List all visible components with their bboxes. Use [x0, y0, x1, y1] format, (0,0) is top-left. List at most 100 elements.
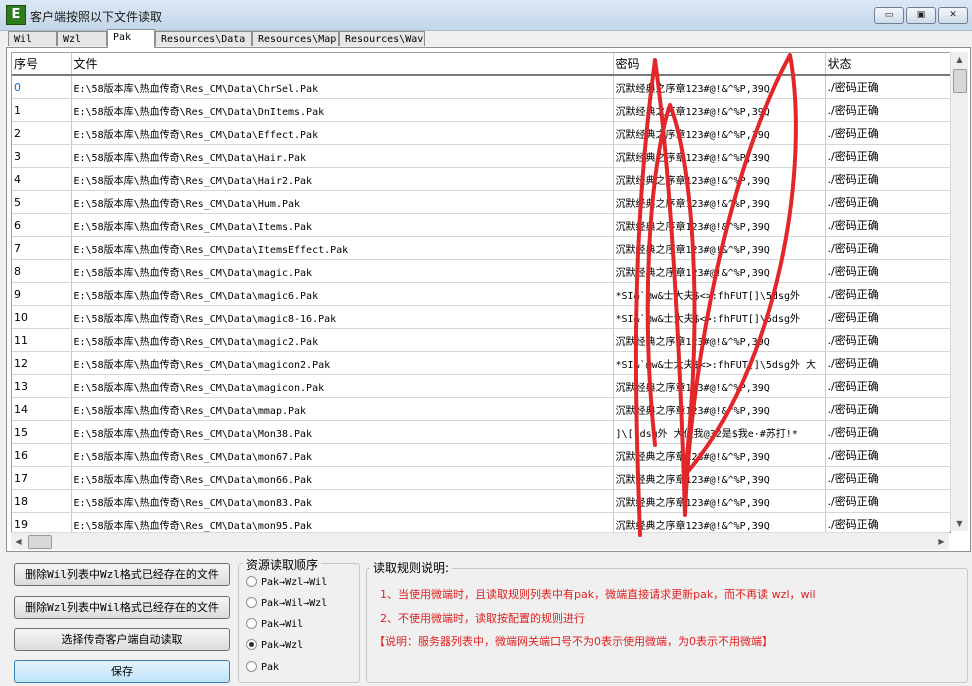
vertical-scroll-thumb[interactable] — [953, 69, 967, 93]
order-option-pak[interactable]: Pak — [246, 660, 279, 676]
row-index: 7 — [12, 236, 72, 260]
row-password: 沉默经典之序章123#@!&^%P,39Q — [613, 75, 826, 99]
row-status: ./密码正确 — [825, 397, 950, 421]
table-row[interactable]: 3 E:\58版本库\热血传奇\Res_CM\Data\Hair.Pak 沉默经典之… — [12, 144, 950, 168]
table-row[interactable]: 0 E:\58版本库\热血传奇\Res_CM\Data\ChrSel.Pak 沉默经… — [12, 75, 950, 99]
table-row[interactable]: 10 E:\58版本库\热血传奇\Res_CM\Data\magic8-16.Pa… — [12, 305, 950, 329]
row-index: 5 — [12, 190, 72, 214]
table-row[interactable]: 9 E:\58版本库\热血传奇\Res_CM\Data\magic6.Pak *SI… — [12, 282, 950, 306]
radio-icon[interactable] — [246, 617, 257, 629]
row-file-path: E:\58版本库\热血传奇\Res_CM\Data\magic.Pak — [71, 259, 614, 283]
app-icon: E — [6, 5, 26, 25]
row-file-path: E:\58版本库\热血传奇\Res_CM\Data\ChrSel.Pak — [71, 75, 614, 99]
row-index: 2 — [12, 121, 72, 145]
row-status: ./密码正确 — [825, 121, 950, 145]
row-file-path: E:\58版本库\热血传奇\Res_CM\Data\Hair.Pak — [71, 144, 614, 168]
tab-wzl[interactable]: Wzl — [57, 31, 107, 46]
order-option-pak-wzl[interactable]: Pak→Wzl — [246, 638, 303, 654]
close-button[interactable]: ✕ — [938, 7, 968, 24]
row-index: 13 — [12, 374, 72, 398]
row-index: 11 — [12, 328, 72, 352]
row-password: ]\[;dsg外 大但我@32是$我e·#苏打!* — [613, 420, 826, 444]
tab-pak[interactable]: Pak — [107, 29, 155, 48]
tab-resources-wav[interactable]: Resources\Wav — [339, 31, 425, 46]
radio-icon[interactable] — [246, 660, 257, 672]
row-password: 沉默经典之序章123#@!&^%P,39Q — [613, 466, 826, 490]
tab-wil[interactable]: Wil — [8, 31, 57, 46]
row-status: ./密码正确 — [825, 98, 950, 122]
table-row[interactable]: 13 E:\58版本库\热血传奇\Res_CM\Data\magicon.Pak 沉… — [12, 374, 950, 398]
order-option-pak-wil-wzl[interactable]: Pak→Wil→Wzl — [246, 596, 327, 612]
horizontal-scrollbar[interactable]: ◀ ▶ — [11, 532, 949, 550]
radio-icon[interactable] — [246, 596, 257, 608]
table-row[interactable]: 14 E:\58版本库\热血传奇\Res_CM\Data\mmap.Pak 沉默经典… — [12, 397, 950, 421]
rule-line-2: 2、不使用微端时，读取按配置的规则进行 — [380, 612, 585, 625]
option-label: Pak→Wzl — [261, 640, 304, 651]
radio-icon[interactable] — [246, 575, 257, 587]
row-status: ./密码正确 — [825, 236, 950, 260]
row-password: 沉默经典之序章123#@!&^%P,39Q — [613, 489, 826, 513]
table-row[interactable]: 7 E:\58版本库\热血传奇\Res_CM\Data\ItemsEffect.P… — [12, 236, 950, 260]
table-row[interactable]: 2 E:\58版本库\热血传奇\Res_CM\Data\Effect.Pak 沉默经… — [12, 121, 950, 145]
col-file-header[interactable]: 文件 — [71, 53, 614, 76]
tab-resources-data[interactable]: Resources\Data — [155, 31, 252, 46]
scroll-right-icon[interactable]: ▶ — [934, 534, 949, 549]
row-index: 16 — [12, 443, 72, 467]
row-file-path: E:\58版本库\热血传奇\Res_CM\Data\ItemsEffect.Pa… — [71, 236, 614, 260]
row-password: *SI&`@w&士大夫$<>:fhFUT[]\5dsg外 — [613, 305, 826, 329]
row-status: ./密码正确 — [825, 167, 950, 191]
read-order-title: 资源读取顺序 — [243, 556, 322, 573]
order-option-pak-wzl-wil[interactable]: Pak→Wzl→Wil — [246, 575, 327, 591]
pak-list[interactable]: 序号 文件 密码 状态 0 E:\58版本库\热血传奇\Res_CM\Data\C… — [11, 52, 951, 533]
horizontal-scroll-thumb[interactable] — [28, 535, 52, 549]
auto-read-client-button[interactable]: 选择传奇客户端自动读取 — [14, 628, 230, 651]
save-button[interactable]: 保存 — [14, 660, 230, 683]
rule-line-1: 1、当使用微端时，且读取规则列表中有pak，微端直接请求更新pak，而不再读 w… — [380, 588, 816, 601]
table-row[interactable]: 19 E:\58版本库\热血传奇\Res_CM\Data\mon95.Pak 沉默经… — [12, 512, 950, 532]
table-row[interactable]: 17 E:\58版本库\热血传奇\Res_CM\Data\mon66.Pak 沉默经… — [12, 466, 950, 490]
table-row[interactable]: 8 E:\58版本库\热血传奇\Res_CM\Data\magic.Pak 沉默经典… — [12, 259, 950, 283]
col-status-header[interactable]: 状态 — [825, 53, 950, 76]
order-option-pak-wil[interactable]: Pak→Wil — [246, 617, 303, 633]
col-password-header[interactable]: 密码 — [613, 53, 826, 76]
row-file-path: E:\58版本库\热血传奇\Res_CM\Data\magicon.Pak — [71, 374, 614, 398]
minimize-button[interactable]: ▭ — [874, 7, 904, 24]
row-status: ./密码正确 — [825, 420, 950, 444]
row-index: 6 — [12, 213, 72, 237]
table-row[interactable]: 11 E:\58版本库\热血传奇\Res_CM\Data\magic2.Pak 沉默… — [12, 328, 950, 352]
scroll-left-icon[interactable]: ◀ — [11, 534, 26, 549]
pak-list-panel: 序号 文件 密码 状态 0 E:\58版本库\热血传奇\Res_CM\Data\C… — [6, 47, 971, 552]
table-row[interactable]: 18 E:\58版本库\热血传奇\Res_CM\Data\mon83.Pak 沉默经… — [12, 489, 950, 513]
table-row[interactable]: 16 E:\58版本库\热血传奇\Res_CM\Data\mon67.Pak 沉默经… — [12, 443, 950, 467]
delete-wzl-in-wil-button[interactable]: 删除Wil列表中Wzl格式已经存在的文件 — [14, 563, 230, 586]
row-status: ./密码正确 — [825, 443, 950, 467]
col-index-header[interactable]: 序号 — [12, 53, 72, 76]
row-file-path: E:\58版本库\热血传奇\Res_CM\Data\mon67.Pak — [71, 443, 614, 467]
table-row[interactable]: 4 E:\58版本库\热血传奇\Res_CM\Data\Hair2.Pak 沉默经典… — [12, 167, 950, 191]
delete-wil-in-wzl-button[interactable]: 删除Wzl列表中Wil格式已经存在的文件 — [14, 596, 230, 619]
row-index: 12 — [12, 351, 72, 375]
row-password: 沉默经典之序章123#@!&^%P,39Q — [613, 144, 826, 168]
row-file-path: E:\58版本库\热血传奇\Res_CM\Data\DnItems.Pak — [71, 98, 614, 122]
rule-note: 【说明：服务器列表中，微端网关端口号不为0表示使用微端，为0表示不用微端】 — [374, 635, 773, 648]
minimize-icon: ▭ — [884, 10, 894, 20]
read-rules-title: 读取规则说明: — [370, 559, 453, 576]
row-status: ./密码正确 — [825, 259, 950, 283]
close-icon: ✕ — [949, 10, 957, 20]
maximize-button[interactable]: ▣ — [906, 7, 936, 24]
row-status: ./密码正确 — [825, 466, 950, 490]
row-password: 沉默经典之序章123#@!&^%P,39Q — [613, 167, 826, 191]
tab-resources-map[interactable]: Resources\Map — [252, 31, 339, 46]
radio-checked-icon[interactable] — [246, 638, 257, 650]
row-file-path: E:\58版本库\热血传奇\Res_CM\Data\magic6.Pak — [71, 282, 614, 306]
vertical-scrollbar[interactable]: ▲ ▼ — [950, 52, 968, 531]
table-row[interactable]: 5 E:\58版本库\热血传奇\Res_CM\Data\Hum.Pak 沉默经典之序… — [12, 190, 950, 214]
scroll-up-icon[interactable]: ▲ — [952, 52, 967, 67]
table-row[interactable]: 6 E:\58版本库\热血传奇\Res_CM\Data\Items.Pak 沉默经典… — [12, 213, 950, 237]
table-row[interactable]: 12 E:\58版本库\热血传奇\Res_CM\Data\magicon2.Pak… — [12, 351, 950, 375]
table-row[interactable]: 1 E:\58版本库\热血传奇\Res_CM\Data\DnItems.Pak 沉默… — [12, 98, 950, 122]
row-password: 沉默经典之序章123#@!&^%P,39Q — [613, 443, 826, 467]
table-row[interactable]: 15 E:\58版本库\热血传奇\Res_CM\Data\Mon38.Pak]\[… — [12, 420, 950, 444]
scroll-down-icon[interactable]: ▼ — [952, 516, 967, 531]
row-status: ./密码正确 — [825, 328, 950, 352]
